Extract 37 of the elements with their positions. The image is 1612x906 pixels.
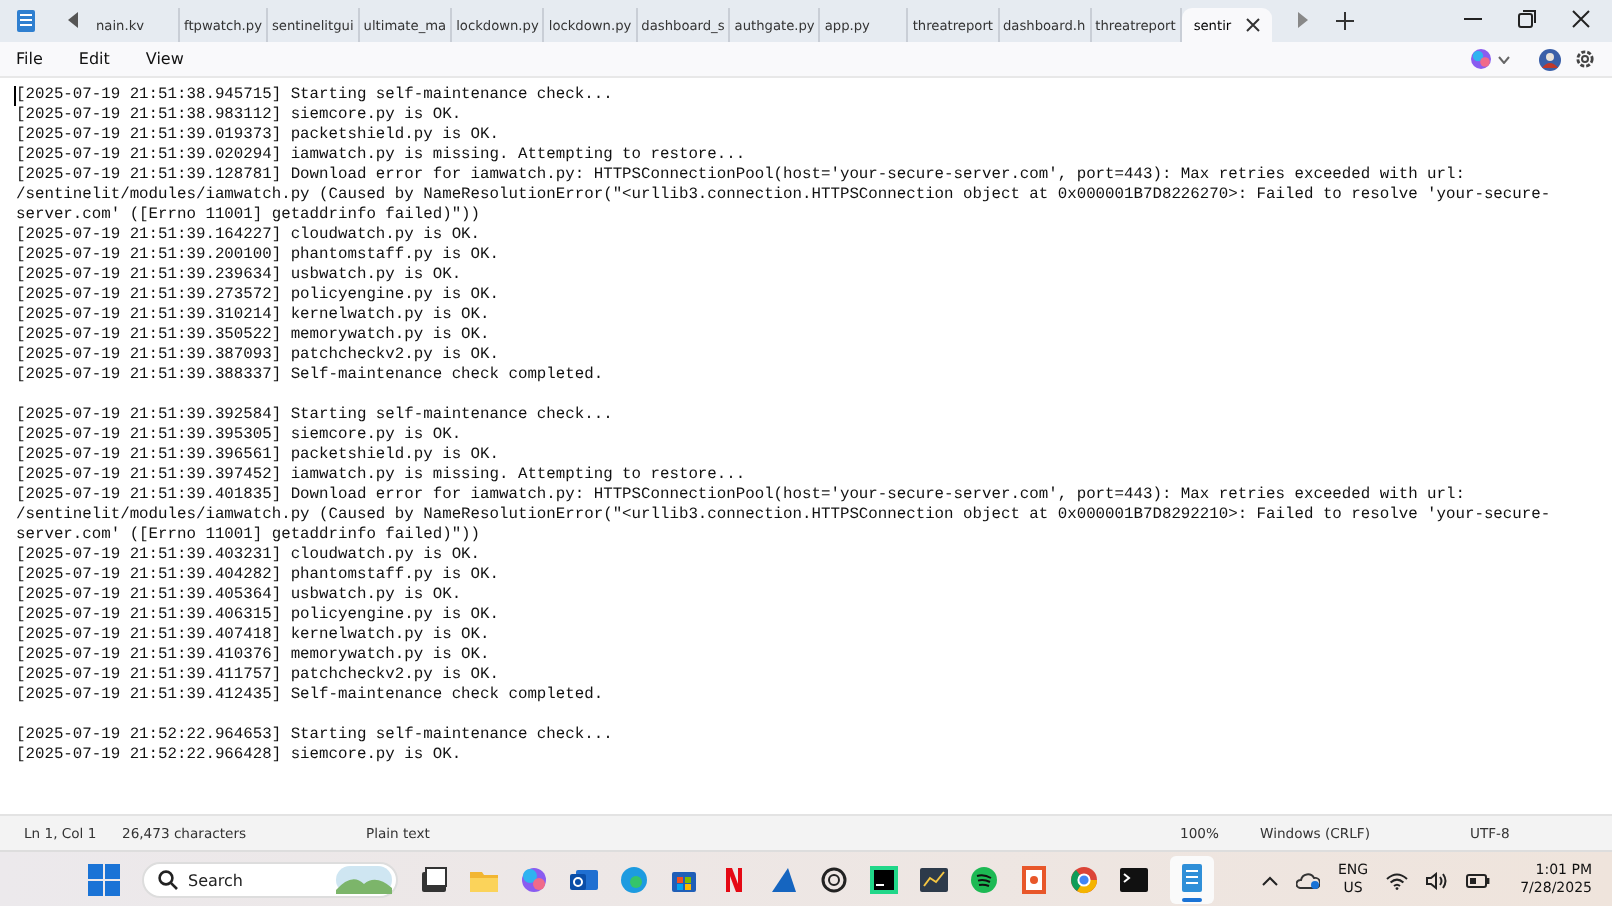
menu-item[interactable]: File: [16, 46, 79, 72]
volume-icon[interactable]: [1426, 871, 1449, 889]
search-icon: [158, 870, 178, 890]
settings-icon[interactable]: [1574, 48, 1596, 70]
active-app-button[interactable]: [1170, 856, 1214, 904]
letter-n-icon[interactable]: [720, 866, 748, 894]
browser-icon[interactable]: [620, 866, 648, 894]
menu-item[interactable]: Edit: [78, 46, 146, 72]
wifi-icon[interactable]: [1386, 871, 1409, 889]
sparkle-icon[interactable]: [520, 866, 548, 894]
close-icon[interactable]: [1572, 10, 1590, 28]
chevron-up-icon[interactable]: [1262, 875, 1278, 885]
document-icon[interactable]: [1020, 866, 1048, 894]
notepad-icon[interactable]: [1178, 864, 1206, 892]
notepad-icon: [16, 8, 36, 32]
ide-icon[interactable]: [870, 866, 898, 894]
color-wheel-icon[interactable]: [1070, 866, 1098, 894]
window-icon[interactable]: [420, 866, 448, 894]
avatar-icon[interactable]: [1536, 47, 1564, 71]
landscape-icon: [336, 866, 392, 894]
battery-icon[interactable]: [1466, 873, 1491, 887]
new-tab-icon[interactable]: [1335, 12, 1354, 30]
cloud-icon[interactable]: [1296, 870, 1320, 890]
scroll-right-icon[interactable]: [1295, 12, 1308, 28]
mail-icon[interactable]: [570, 866, 598, 894]
menu-item[interactable]: View: [145, 46, 220, 72]
close-icon[interactable]: [1245, 18, 1260, 32]
chart-window-icon[interactable]: [920, 866, 948, 894]
text-cursor: [14, 86, 16, 106]
scroll-left-icon[interactable]: [68, 12, 80, 28]
sparkle-icon[interactable]: [1470, 48, 1492, 70]
start-icon[interactable]: [88, 864, 120, 896]
caret-down-icon[interactable]: [1498, 55, 1510, 63]
terminal-icon[interactable]: [1120, 866, 1148, 894]
restore-icon[interactable]: [1518, 10, 1536, 28]
music-icon[interactable]: [970, 866, 998, 894]
store-icon[interactable]: [670, 866, 698, 894]
